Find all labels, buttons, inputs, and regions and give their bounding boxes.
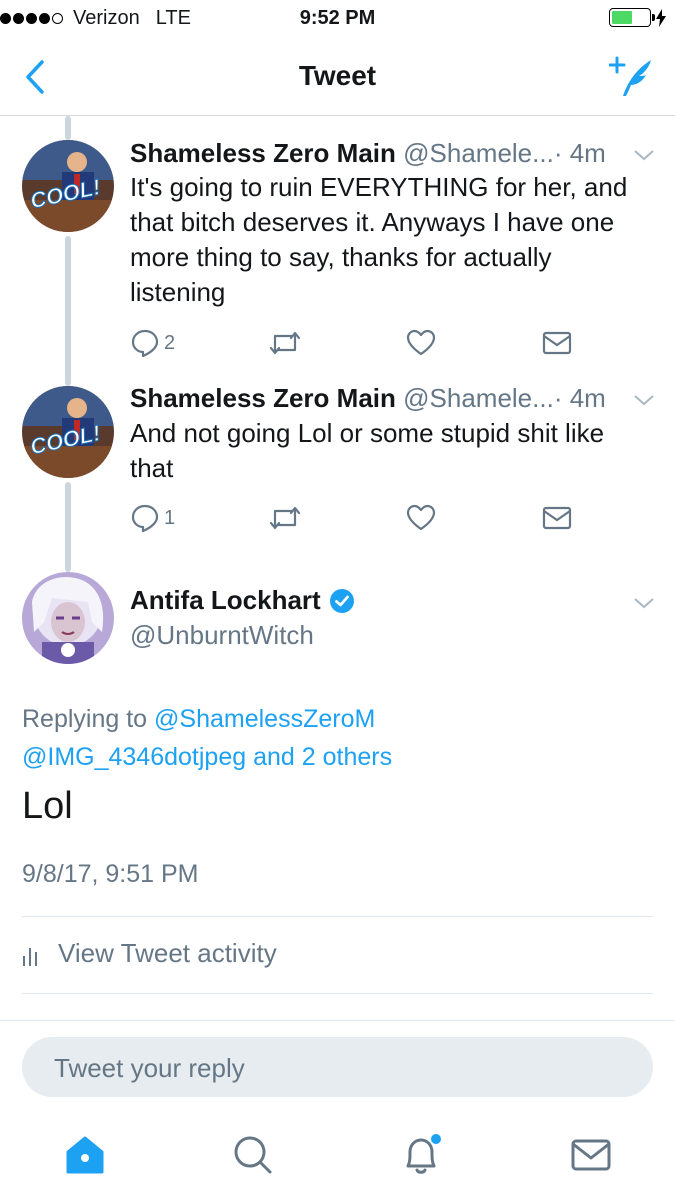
verified-badge-icon xyxy=(329,588,354,613)
chevron-down-icon[interactable] xyxy=(633,596,655,610)
avatar[interactable]: COOL! xyxy=(22,386,114,478)
tab-bar xyxy=(0,1110,675,1200)
thread-connector xyxy=(65,116,71,140)
author-name-row[interactable]: Antifa Lockhart xyxy=(130,585,355,616)
tweet-time: · 4m xyxy=(553,383,606,413)
tweet-timestamp: 9/8/17, 9:51 PM xyxy=(22,860,199,888)
direct-message-button[interactable] xyxy=(542,328,572,358)
messages-icon[interactable] xyxy=(568,1132,614,1178)
status-bar: Verizon LTE 9:52 PM xyxy=(0,0,675,38)
reply-button[interactable]: 1 xyxy=(130,503,175,533)
tweet-text: It's going to ruin EVERYTHING for her, a… xyxy=(130,172,628,307)
home-icon[interactable] xyxy=(62,1132,108,1178)
divider xyxy=(22,993,653,994)
search-icon[interactable] xyxy=(230,1132,276,1178)
author-handle[interactable]: @Shamele... xyxy=(403,383,554,413)
mention-link[interactable]: @IMG_4346dotjpeg xyxy=(22,743,246,771)
chevron-down-icon[interactable] xyxy=(633,148,655,162)
envelope-icon xyxy=(542,331,572,355)
reply-icon xyxy=(131,329,159,358)
tweet-actions: 1 xyxy=(130,503,580,537)
author-handle[interactable]: @UnburntWitch xyxy=(130,620,314,651)
author-name[interactable]: Shameless Zero Main xyxy=(130,138,396,168)
compose-tweet-icon[interactable] xyxy=(609,54,655,100)
reply-count: 1 xyxy=(164,506,176,529)
avatar[interactable] xyxy=(22,572,114,664)
reply-count: 2 xyxy=(164,331,176,354)
author-name[interactable]: Shameless Zero Main xyxy=(130,383,396,413)
like-button[interactable] xyxy=(406,503,436,533)
mention-link[interactable]: @ShamelessZeroM xyxy=(154,705,375,733)
retweet-icon xyxy=(269,506,301,530)
notifications-icon[interactable] xyxy=(398,1132,444,1178)
page-title: Tweet xyxy=(298,60,377,91)
heart-icon xyxy=(406,504,436,531)
battery-icon xyxy=(609,8,667,27)
tweet-text: And not going Lol or some stupid shit li… xyxy=(130,418,605,483)
replying-prefix: Replying to xyxy=(22,705,148,733)
replying-to: Replying to @ShamelessZeroM @IMG_4346dot… xyxy=(22,700,642,776)
reply-button[interactable]: 2 xyxy=(130,328,175,358)
bar-chart-icon xyxy=(23,947,37,966)
heart-icon xyxy=(406,329,436,356)
direct-message-button[interactable] xyxy=(542,503,572,533)
divider xyxy=(22,916,653,917)
thread-connector xyxy=(65,482,71,572)
like-button[interactable] xyxy=(406,328,436,358)
avatar[interactable]: COOL! xyxy=(22,140,114,232)
retweet-button[interactable] xyxy=(268,328,302,358)
envelope-icon xyxy=(542,506,572,530)
charging-icon xyxy=(656,8,666,27)
replying-and: and xyxy=(253,743,295,771)
tweet-time: · 4m xyxy=(553,138,606,168)
chevron-down-icon[interactable] xyxy=(633,393,655,407)
thread-connector xyxy=(65,236,71,386)
reply-bar: Tweet your reply xyxy=(0,1020,675,1110)
tweet-actions: 2 xyxy=(130,328,580,362)
activity-label: View Tweet activity xyxy=(58,938,277,968)
retweet-icon xyxy=(269,331,301,355)
author-handle[interactable]: @Shamele... xyxy=(403,138,554,168)
reply-box[interactable]: Tweet your reply xyxy=(22,1037,653,1097)
others-link[interactable]: 2 others xyxy=(302,743,392,771)
retweet-button[interactable] xyxy=(268,503,302,533)
nav-bar: Tweet xyxy=(0,38,675,116)
reply-icon xyxy=(131,504,159,533)
reply-input[interactable]: Tweet your reply xyxy=(54,1053,245,1084)
view-tweet-activity-button[interactable]: View Tweet activity xyxy=(22,938,277,969)
main-tweet-text: Lol xyxy=(22,785,73,827)
status-time: 9:52 PM xyxy=(299,7,376,29)
author-name[interactable]: Antifa Lockhart xyxy=(130,585,321,616)
tweet-header: Shameless Zero Main @Shamele...· 4m xyxy=(130,383,606,414)
tweet-header: Shameless Zero Main @Shamele...· 4m xyxy=(130,138,606,169)
